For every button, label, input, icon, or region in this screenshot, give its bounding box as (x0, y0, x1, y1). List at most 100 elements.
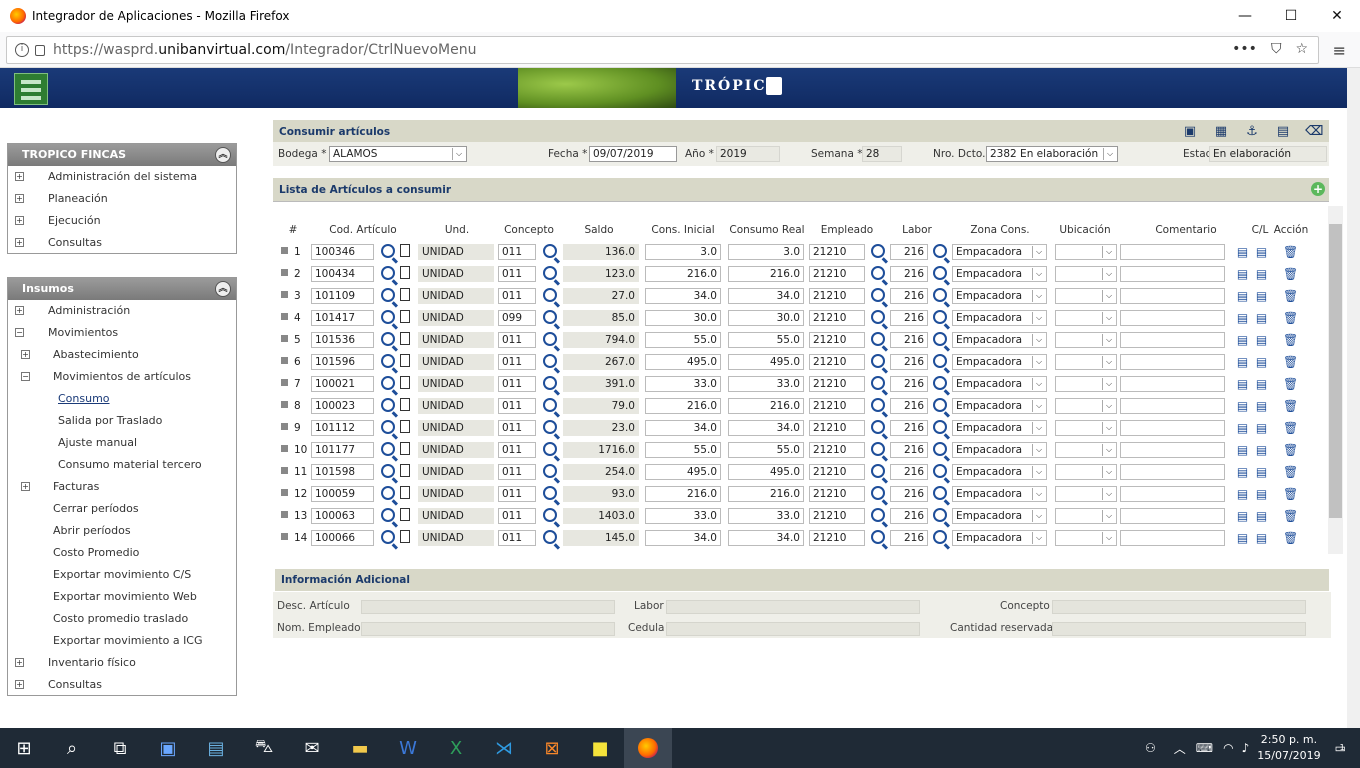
search-icon[interactable] (871, 288, 885, 302)
copy-row-icon[interactable]: ▤ (1255, 509, 1268, 523)
empleado-input[interactable]: 21210 (809, 508, 865, 524)
calendar-icon[interactable]: ▦ (1212, 123, 1230, 140)
trash-icon[interactable]: 🗑 (1283, 421, 1298, 435)
search-icon[interactable] (543, 464, 557, 478)
consumo-real-input[interactable]: 34.0 (728, 530, 804, 546)
empleado-input[interactable]: 21210 (809, 244, 865, 260)
cod-articulo-input[interactable]: 100066 (311, 530, 374, 546)
cod-articulo-input[interactable]: 100021 (311, 376, 374, 392)
sidebar-item[interactable]: + Abastecimiento (8, 344, 236, 366)
zona-cons-select[interactable]: Empacadora ⌵ (952, 420, 1047, 436)
cl-icon[interactable]: ▤ (1236, 267, 1249, 281)
consumo-real-input[interactable]: 3.0 (728, 244, 804, 260)
comentario-input[interactable] (1120, 354, 1225, 370)
cl-icon[interactable]: ▤ (1236, 443, 1249, 457)
consumo-real-input[interactable]: 30.0 (728, 310, 804, 326)
search-icon[interactable] (933, 354, 947, 368)
ubicacion-select[interactable]: ⌵ (1055, 442, 1117, 458)
search-icon[interactable] (381, 332, 395, 346)
copy-row-icon[interactable]: ▤ (1255, 399, 1268, 413)
comentario-input[interactable] (1120, 486, 1225, 502)
search-icon[interactable] (933, 508, 947, 522)
search-icon[interactable] (933, 398, 947, 412)
collapse-tree-icon[interactable]: − (15, 328, 24, 337)
sidebar-item[interactable]: + Consultas (8, 232, 236, 254)
minimize-button[interactable]: — (1222, 0, 1268, 32)
sticky-notes-icon[interactable]: ■ (576, 728, 624, 768)
search-icon[interactable] (933, 266, 947, 280)
cod-articulo-input[interactable]: 100023 (311, 398, 374, 414)
document-icon[interactable] (400, 376, 410, 389)
search-icon[interactable] (871, 442, 885, 456)
empleado-input[interactable]: 21210 (809, 332, 865, 348)
concepto-input[interactable]: 011 (498, 464, 536, 480)
cons-inicial-input[interactable]: 495.0 (645, 354, 721, 370)
cl-icon[interactable]: ▤ (1236, 245, 1249, 259)
search-icon[interactable] (381, 398, 395, 412)
ubicacion-select[interactable]: ⌵ (1055, 354, 1117, 370)
comentario-input[interactable] (1120, 288, 1225, 304)
sidebar-item[interactable]: Consumo material tercero (8, 454, 236, 476)
ubicacion-select[interactable]: ⌵ (1055, 464, 1117, 480)
delete-icon[interactable]: ▤ (1274, 123, 1292, 140)
bodega-select[interactable]: ALAMOS ⌵ (329, 146, 467, 162)
search-icon[interactable] (543, 420, 557, 434)
cl-icon[interactable]: ▤ (1236, 399, 1249, 413)
labor-input[interactable]: 216 (890, 288, 928, 304)
copy-row-icon[interactable]: ▤ (1255, 267, 1268, 281)
search-icon[interactable] (543, 244, 557, 258)
labor-input[interactable]: 216 (890, 464, 928, 480)
empleado-input[interactable]: 21210 (809, 530, 865, 546)
labor-input[interactable]: 216 (890, 354, 928, 370)
search-icon[interactable] (933, 530, 947, 544)
maximize-button[interactable]: ☐ (1268, 0, 1314, 32)
row-select-icon[interactable] (281, 445, 288, 452)
page-scrollbar[interactable] (1347, 68, 1360, 728)
chevron-up-icon[interactable]: ︿ (1174, 740, 1186, 757)
labor-input[interactable]: 216 (890, 420, 928, 436)
labor-input[interactable]: 216 (890, 508, 928, 524)
search-icon[interactable] (871, 354, 885, 368)
cons-inicial-input[interactable]: 55.0 (645, 442, 721, 458)
search-icon[interactable] (933, 486, 947, 500)
cons-inicial-input[interactable]: 55.0 (645, 332, 721, 348)
concepto-input[interactable]: 011 (498, 398, 536, 414)
row-select-icon[interactable] (281, 269, 288, 276)
url-text[interactable]: https://wasprd.unibanvirtual.com/Integra… (53, 42, 476, 58)
copy-row-icon[interactable]: ▤ (1255, 333, 1268, 347)
ubicacion-select[interactable]: ⌵ (1055, 420, 1117, 436)
search-icon[interactable] (381, 530, 395, 544)
concepto-input[interactable]: 011 (498, 508, 536, 524)
search-icon[interactable] (381, 420, 395, 434)
concepto-input[interactable]: 011 (498, 442, 536, 458)
collapse-icon[interactable]: ︽ (215, 281, 231, 297)
sidebar-item[interactable]: Abrir períodos (8, 520, 236, 542)
cod-articulo-input[interactable]: 101536 (311, 332, 374, 348)
concepto-input[interactable]: 011 (498, 244, 536, 260)
document-icon[interactable] (400, 530, 410, 543)
cod-articulo-input[interactable]: 101109 (311, 288, 374, 304)
sidebar-item[interactable]: Exportar movimiento C/S (8, 564, 236, 586)
copy-row-icon[interactable]: ▤ (1255, 421, 1268, 435)
labor-input[interactable]: 216 (890, 376, 928, 392)
info-icon[interactable]: i (15, 43, 29, 57)
ubicacion-select[interactable]: ⌵ (1055, 398, 1117, 414)
copy-row-icon[interactable]: ▤ (1255, 289, 1268, 303)
search-icon[interactable] (871, 376, 885, 390)
notifications-icon[interactable]: ▭ 1 (1335, 741, 1346, 755)
nrodcto-select[interactable]: 2382 En elaboración ⌵ (986, 146, 1118, 162)
add-row-icon[interactable]: + (1311, 182, 1325, 196)
row-select-icon[interactable] (281, 247, 288, 254)
search-icon[interactable] (381, 354, 395, 368)
labor-input[interactable]: 216 (890, 486, 928, 502)
cl-icon[interactable]: ▤ (1236, 377, 1249, 391)
labor-input[interactable]: 216 (890, 442, 928, 458)
labor-input[interactable]: 216 (890, 310, 928, 326)
empleado-input[interactable]: 21210 (809, 288, 865, 304)
sidebar-item[interactable]: Costo Promedio (8, 542, 236, 564)
menu-icon[interactable]: ≡ (1333, 41, 1346, 60)
cod-articulo-input[interactable]: 101112 (311, 420, 374, 436)
comentario-input[interactable] (1120, 244, 1225, 260)
sidebar-item[interactable]: − Movimientos (8, 322, 236, 344)
cod-articulo-input[interactable]: 101417 (311, 310, 374, 326)
